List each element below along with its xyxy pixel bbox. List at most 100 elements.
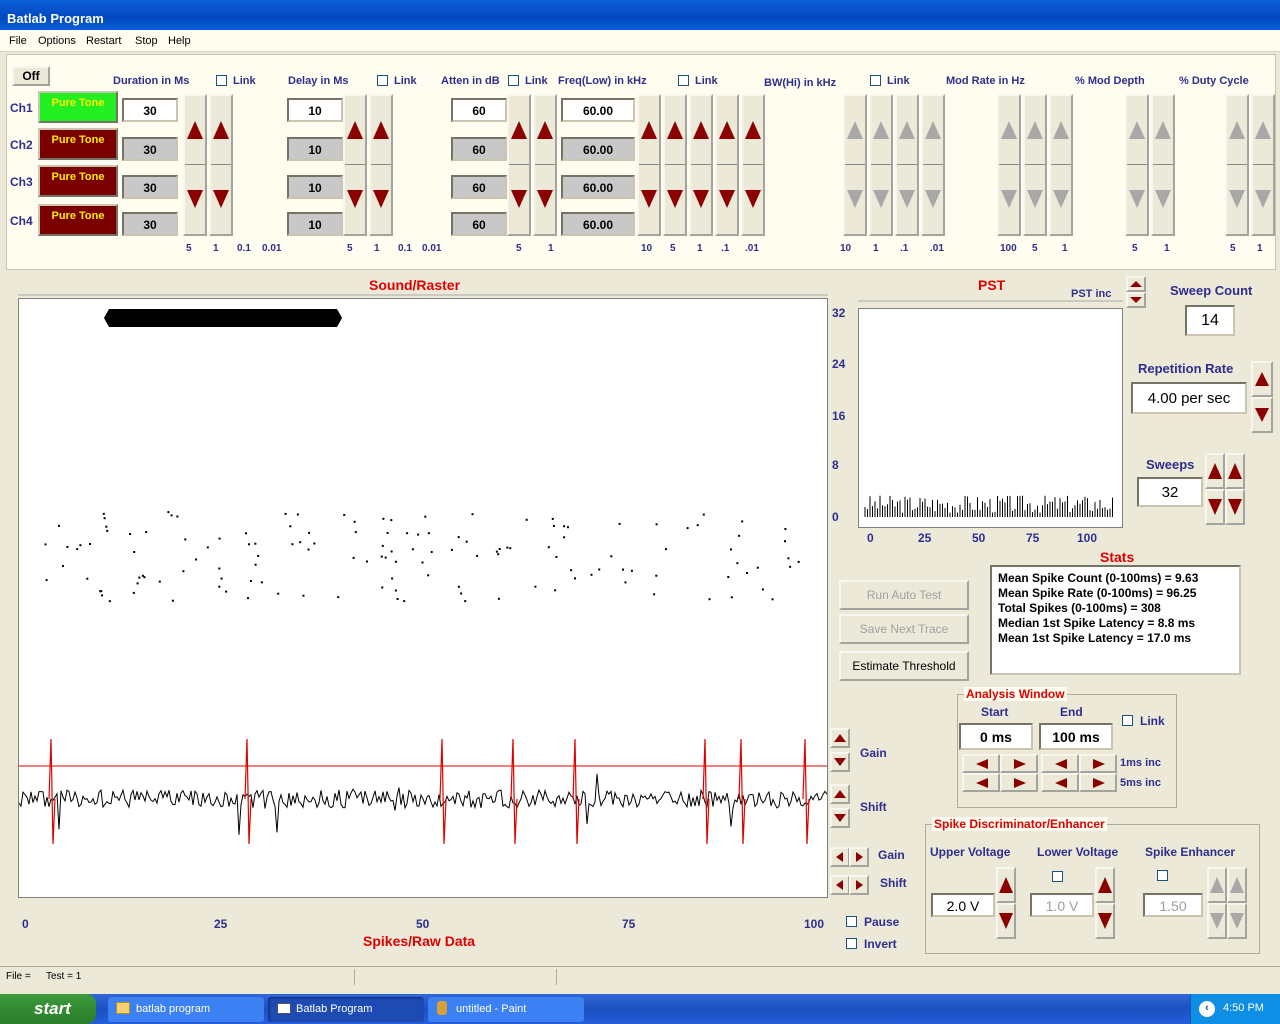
freq-down-button[interactable]	[639, 165, 659, 234]
analysis-arrow-button-left[interactable]	[1041, 754, 1079, 773]
delay-field[interactable]: 10	[287, 175, 343, 199]
sweeps-value[interactable]: 32	[1137, 477, 1203, 507]
upper-voltage-value[interactable]: 2.0 V	[931, 893, 995, 917]
invert-checkbox[interactable]	[846, 938, 857, 949]
modrate-up-button[interactable]	[1051, 96, 1071, 165]
taskbar-item-folder[interactable]: batlab program	[108, 997, 264, 1022]
delay-field[interactable]: 10	[287, 212, 343, 236]
delay-up-button[interactable]	[345, 96, 365, 165]
start-button[interactable]: start	[0, 994, 96, 1024]
delay-up-button[interactable]	[371, 96, 391, 165]
run-auto-test-button[interactable]: Run Auto Test	[839, 580, 969, 610]
shift-up-button[interactable]	[830, 784, 850, 804]
delay-field[interactable]: 10	[287, 98, 343, 122]
chevron-left-icon[interactable]: ‹	[1199, 1001, 1215, 1017]
gain-down-button[interactable]	[830, 752, 850, 772]
atten-field[interactable]: 60	[451, 175, 507, 199]
analysis-link-checkbox[interactable]	[1122, 715, 1133, 726]
hshift-left-button[interactable]	[830, 875, 850, 895]
spike-enhancer-checkbox[interactable]	[1157, 870, 1168, 881]
taskbar-item-paint[interactable]: untitled - Paint	[428, 997, 584, 1022]
shift-down-button[interactable]	[830, 808, 850, 828]
modrate-up-button[interactable]	[1025, 96, 1045, 165]
bw-up-button[interactable]	[845, 96, 865, 165]
freq-down-button[interactable]	[743, 165, 763, 234]
analysis-arrow-button-right[interactable]	[1079, 754, 1117, 773]
duration-field[interactable]: 30	[122, 98, 178, 122]
duty-down-button[interactable]	[1227, 165, 1247, 234]
lower-voltage-value[interactable]: 1.0 V	[1030, 893, 1094, 917]
channel-type-button[interactable]: Pure Tone	[38, 128, 118, 160]
analysis-arrow-button-right[interactable]	[1079, 773, 1117, 792]
freq-link-checkbox[interactable]	[678, 75, 689, 86]
bw-up-button[interactable]	[897, 96, 917, 165]
freq-field[interactable]: 60.00	[561, 212, 635, 236]
freq-down-button[interactable]	[691, 165, 711, 234]
channel-type-button[interactable]: Pure Tone	[38, 204, 118, 236]
analysis-arrow-button-right[interactable]	[1000, 773, 1038, 792]
duty-up-button[interactable]	[1227, 96, 1247, 165]
save-next-trace-button[interactable]: Save Next Trace	[839, 614, 969, 644]
atten-field[interactable]: 60	[451, 212, 507, 236]
pause-checkbox[interactable]	[846, 916, 857, 927]
menu-stop[interactable]: Stop	[135, 35, 158, 47]
repetition-value[interactable]: 4.00 per sec	[1131, 382, 1247, 414]
atten-down-button[interactable]	[509, 165, 529, 234]
sweeps-down-button-2[interactable]	[1225, 489, 1245, 525]
bw-up-button[interactable]	[871, 96, 891, 165]
analysis-arrow-button-left[interactable]	[962, 754, 1000, 773]
atten-up-button[interactable]	[509, 96, 529, 165]
bw-down-button[interactable]	[923, 165, 943, 234]
freq-down-button[interactable]	[665, 165, 685, 234]
duty-down-button[interactable]	[1253, 165, 1273, 234]
delay-field[interactable]: 10	[287, 137, 343, 161]
spike-enhancer-up-button-2[interactable]	[1227, 867, 1247, 903]
atten-up-button[interactable]	[535, 96, 555, 165]
gain-up-button[interactable]	[830, 728, 850, 748]
lower-voltage-up-button[interactable]	[1095, 867, 1115, 903]
channel-type-button[interactable]: Pure Tone	[38, 165, 118, 197]
moddepth-up-button[interactable]	[1153, 96, 1173, 165]
duration-field[interactable]: 30	[122, 175, 178, 199]
lower-voltage-down-button[interactable]	[1095, 903, 1115, 939]
freq-down-button[interactable]	[717, 165, 737, 234]
moddepth-down-button[interactable]	[1153, 165, 1173, 234]
freq-up-button[interactable]	[665, 96, 685, 165]
freq-field[interactable]: 60.00	[561, 175, 635, 199]
duration-down-button[interactable]	[211, 165, 231, 234]
atten-field[interactable]: 60	[451, 98, 507, 122]
sweeps-down-button-1[interactable]	[1205, 489, 1225, 525]
hgain-left-button[interactable]	[830, 847, 850, 867]
taskbar-item-batlab[interactable]: Batlab Program	[268, 997, 424, 1022]
hshift-right-button[interactable]	[849, 875, 869, 895]
sweeps-up-button-2[interactable]	[1225, 453, 1245, 489]
pst-inc-down-button[interactable]	[1126, 292, 1146, 308]
bw-up-button[interactable]	[923, 96, 943, 165]
menu-file[interactable]: File	[9, 35, 27, 47]
repetition-down-button[interactable]	[1251, 397, 1273, 433]
spike-enhancer-up-button-1[interactable]	[1207, 867, 1227, 903]
atten-link-checkbox[interactable]	[508, 75, 519, 86]
pst-inc-up-button[interactable]	[1126, 276, 1146, 292]
estimate-threshold-button[interactable]: Estimate Threshold	[839, 651, 969, 681]
modrate-down-button[interactable]	[1051, 165, 1071, 234]
menu-help[interactable]: Help	[168, 35, 191, 47]
freq-field[interactable]: 60.00	[561, 98, 635, 122]
atten-field[interactable]: 60	[451, 137, 507, 161]
lower-voltage-checkbox[interactable]	[1052, 871, 1063, 882]
freq-field[interactable]: 60.00	[561, 137, 635, 161]
analysis-start-value[interactable]: 0 ms	[959, 723, 1033, 750]
hgain-right-button[interactable]	[849, 847, 869, 867]
duration-up-button[interactable]	[211, 96, 231, 165]
upper-voltage-up-button[interactable]	[996, 867, 1016, 903]
modrate-down-button[interactable]	[999, 165, 1019, 234]
delay-down-button[interactable]	[371, 165, 391, 234]
off-button[interactable]: Off	[12, 66, 50, 86]
atten-down-button[interactable]	[535, 165, 555, 234]
analysis-arrow-button-left[interactable]	[962, 773, 1000, 792]
duration-field[interactable]: 30	[122, 137, 178, 161]
moddepth-down-button[interactable]	[1127, 165, 1147, 234]
analysis-end-value[interactable]: 100 ms	[1039, 723, 1113, 750]
freq-up-button[interactable]	[639, 96, 659, 165]
menu-options[interactable]: Options	[38, 35, 76, 47]
